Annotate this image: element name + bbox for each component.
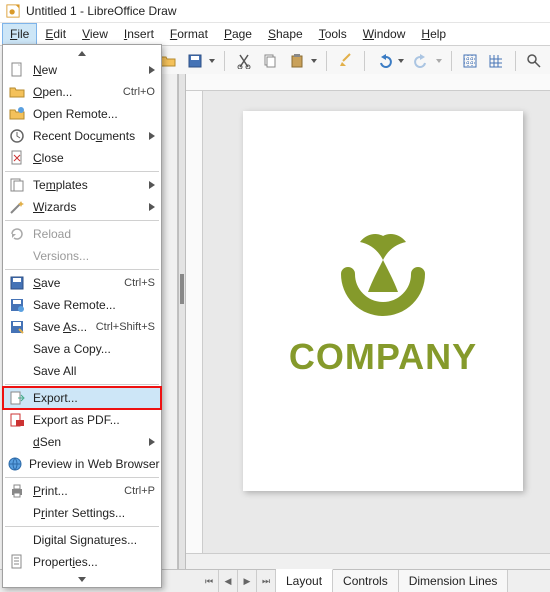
recent-icon [7,128,27,144]
file-menu-save-as[interactable]: Save As...Ctrl+Shift+S [3,316,161,338]
preview-icon [7,456,23,472]
tab-dimension-lines[interactable]: Dimension Lines [399,570,509,592]
submenu-arrow-icon [149,438,155,446]
file-menu-preview-in-web-browser[interactable]: Preview in Web Browser [3,453,161,475]
undo-button[interactable] [371,48,407,74]
splitter[interactable] [178,74,186,570]
file-menu-save-all[interactable]: Save All [3,360,161,382]
menu-shape[interactable]: Shape [260,23,311,45]
submenu-arrow-icon [149,66,155,74]
snap-button[interactable] [484,48,508,74]
file-menu-reload: Reload [3,223,161,245]
tab-controls[interactable]: Controls [333,570,399,592]
print-icon [7,483,27,499]
menu-help[interactable]: Help [413,23,454,45]
grid-button[interactable] [458,48,482,74]
menu-scroll-up[interactable] [3,47,161,59]
tab-nav-first[interactable]: ⏮ [200,570,219,592]
file-menu-save-a-copy[interactable]: Save a Copy... [3,338,161,360]
file-menu-dropdown: NewOpen...Ctrl+OOpen Remote...Recent Doc… [2,44,162,588]
canvas[interactable]: COMPANY [203,91,550,553]
menu-scroll-down[interactable] [3,573,161,585]
menu-window[interactable]: Window [355,23,414,45]
save-as-icon [7,319,27,335]
zoom-button[interactable] [521,48,545,74]
tab-nav-last[interactable]: ⏭ [257,570,276,592]
open-remote-icon [7,106,27,122]
paintbrush-button[interactable] [333,48,357,74]
copy-button[interactable] [258,48,282,74]
menu-edit[interactable]: Edit [37,23,74,45]
file-menu-templates[interactable]: Templates [3,174,161,196]
app-icon [6,4,20,18]
file-menu-properties[interactable]: Properties... [3,551,161,573]
save-button[interactable] [182,48,218,74]
menu-tools[interactable]: Tools [311,23,355,45]
menu-format[interactable]: Format [162,23,216,45]
paste-button[interactable] [284,48,320,74]
redo-button[interactable] [409,48,445,74]
save-icon [7,275,27,291]
file-menu-izardsw[interactable]: Wizards [3,196,161,218]
wizards-icon [7,199,27,215]
submenu-arrow-icon [149,203,155,211]
file-menu-printer-settings[interactable]: Printer Settings... [3,502,161,524]
tab-layout[interactable]: Layout [276,569,333,592]
logo-mark [328,224,438,324]
file-menu-recent-documents[interactable]: Recent Documents [3,125,161,147]
open-folder-icon [7,84,27,100]
tab-nav-next[interactable]: ▶ [238,570,257,592]
file-menu-open-remote[interactable]: Open Remote... [3,103,161,125]
canvas-area: COMPANY [186,74,550,570]
scrollbar-horizontal[interactable] [186,553,550,570]
menu-page[interactable]: Page [216,23,260,45]
file-menu-ewn[interactable]: New [3,59,161,81]
menu-bar: FileEditViewInsertFormatPageShapeToolsWi… [0,23,550,46]
file-menu-save-remote[interactable]: Save Remote... [3,294,161,316]
file-menu-pen-o[interactable]: Open...Ctrl+O [3,81,161,103]
file-menu-send[interactable]: dSen [3,431,161,453]
ruler-horizontal[interactable] [186,74,550,91]
logo-text: COMPANY [289,336,477,378]
file-menu-digital-signatures[interactable]: Digital Signatures... [3,529,161,551]
file-menu-aves[interactable]: SaveCtrl+S [3,272,161,294]
window-title: Untitled 1 - LibreOffice Draw [26,4,177,18]
export-icon [7,390,27,406]
close-icon [7,150,27,166]
menu-file[interactable]: File [2,23,37,45]
submenu-arrow-icon [149,181,155,189]
new-doc-icon [7,62,27,78]
file-menu-versions: Versions... [3,245,161,267]
templates-icon [7,177,27,193]
cut-button[interactable] [231,48,255,74]
submenu-arrow-icon [149,132,155,140]
file-menu-export-as-pdf[interactable]: Export as PDF... [3,409,161,431]
save-remote-icon [7,297,27,313]
tab-nav-prev[interactable]: ◀ [219,570,238,592]
reload-icon [7,226,27,242]
drawing-page[interactable]: COMPANY [243,111,523,491]
file-menu-export[interactable]: Export... [3,387,161,409]
properties-icon [7,554,27,570]
ruler-vertical[interactable] [186,91,203,553]
export-pdf-icon [7,412,27,428]
file-menu-rint-p[interactable]: Print...Ctrl+P [3,480,161,502]
file-menu-losec[interactable]: Close [3,147,161,169]
title-bar: Untitled 1 - LibreOffice Draw [0,0,550,23]
menu-insert[interactable]: Insert [116,23,162,45]
menu-view[interactable]: View [74,23,116,45]
